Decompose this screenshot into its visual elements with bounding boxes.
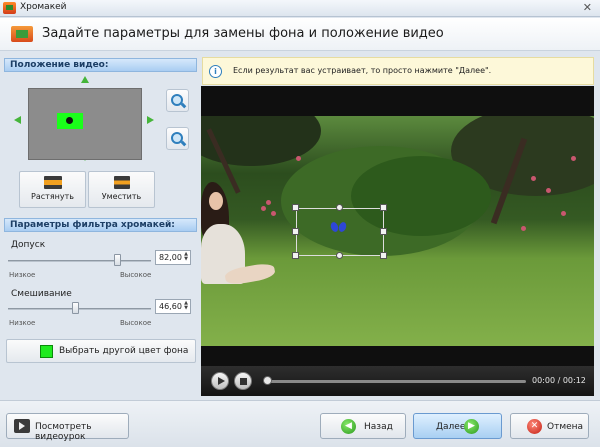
preview-frame	[201, 116, 594, 346]
info-bar: i Если результат вас устраивает, то прос…	[202, 57, 594, 85]
back-arrow-icon: ◀	[341, 419, 356, 434]
next-arrow-icon: ▶	[464, 419, 479, 434]
page-title: Задайте параметры для замены фона и поло…	[42, 26, 444, 41]
color-swatch	[40, 345, 53, 358]
footer-bar: Посмотреть видеоурок ◀ Назад Далее ▶ ✕ О…	[0, 400, 600, 447]
cancel-icon: ✕	[527, 419, 542, 434]
video-position-marker[interactable]	[57, 113, 83, 129]
tolerance-slider-thumb[interactable]	[113, 254, 121, 266]
choose-bg-color-button[interactable]: Выбрать другой цвет фона	[6, 339, 196, 363]
choose-bg-color-label: Выбрать другой цвет фона	[59, 346, 189, 356]
fit-icon	[113, 176, 130, 189]
position-preview[interactable]	[28, 88, 142, 160]
stop-button[interactable]	[234, 372, 252, 390]
blend-slider-thumb[interactable]	[72, 302, 80, 314]
window-titlebar: Хромакей ✕	[0, 0, 600, 17]
butterfly-thumb-icon	[66, 117, 73, 124]
close-icon[interactable]: ✕	[583, 1, 592, 14]
zoom-in-button[interactable]	[166, 89, 189, 112]
blend-spinbox[interactable]: 46,60 ▲ ▼	[155, 299, 191, 314]
blend-min-label: Низкое	[9, 319, 36, 327]
resize-handle[interactable]	[336, 204, 343, 211]
stop-icon	[240, 378, 247, 385]
left-panel: Положение видео: Растянуть Уместить Пара…	[4, 56, 197, 366]
resize-handle[interactable]	[380, 252, 387, 259]
window-title: Хромакей	[20, 2, 67, 12]
butterfly-overlay-icon[interactable]	[329, 221, 348, 234]
resize-handle[interactable]	[336, 252, 343, 259]
stretch-icon	[43, 176, 62, 189]
zoom-out-button[interactable]	[166, 127, 189, 150]
playback-knob[interactable]	[263, 376, 272, 385]
wizard-header: Задайте параметры для замены фона и поло…	[0, 18, 600, 51]
video-preview[interactable]	[201, 86, 594, 366]
play-icon	[218, 377, 225, 385]
video-tutorial-icon	[14, 419, 30, 433]
play-button[interactable]	[211, 372, 229, 390]
move-left-arrow-icon[interactable]	[14, 116, 21, 124]
tolerance-value: 82,00	[159, 253, 182, 262]
blend-label: Смешивание	[11, 289, 72, 299]
filter-section-title: Параметры фильтра хромакей:	[4, 218, 197, 232]
chromakey-icon	[11, 26, 33, 42]
resize-handle[interactable]	[380, 228, 387, 235]
fit-button[interactable]: Уместить	[88, 171, 155, 208]
move-up-arrow-icon[interactable]	[81, 76, 89, 83]
blend-max-label: Высокое	[120, 319, 152, 327]
player-controls: 00:00 / 00:12	[201, 366, 594, 396]
resize-handle[interactable]	[380, 204, 387, 211]
watch-tutorial-label: Посмотреть видеоурок	[35, 422, 92, 442]
cancel-label: Отмена	[547, 422, 584, 432]
watch-tutorial-button[interactable]: Посмотреть видеоурок	[6, 413, 129, 442]
app-icon	[3, 2, 16, 14]
playback-time: 00:00 / 00:12	[532, 376, 586, 385]
resize-handle[interactable]	[292, 228, 299, 235]
back-label: Назад	[364, 422, 393, 432]
back-button[interactable]: ◀ Назад	[320, 413, 406, 439]
stretch-label: Растянуть	[31, 192, 74, 201]
info-icon: i	[209, 65, 222, 78]
next-button[interactable]: Далее ▶	[413, 413, 502, 439]
fit-label: Уместить	[101, 192, 142, 201]
resize-handle[interactable]	[292, 204, 299, 211]
blend-value: 46,60	[159, 302, 182, 311]
position-section-title: Положение видео:	[4, 58, 197, 72]
tolerance-slider[interactable]	[8, 260, 151, 262]
resize-handle[interactable]	[292, 252, 299, 259]
tolerance-spinbox[interactable]: 82,00 ▲ ▼	[155, 250, 191, 265]
blend-slider[interactable]	[8, 308, 151, 310]
tolerance-max-label: Высокое	[120, 271, 152, 279]
spin-arrows-icon[interactable]: ▲ ▼	[183, 301, 189, 312]
tolerance-min-label: Низкое	[9, 271, 36, 279]
spin-arrows-icon[interactable]: ▲ ▼	[183, 252, 189, 263]
stretch-button[interactable]: Растянуть	[19, 171, 86, 208]
info-text: Если результат вас устраивает, то просто…	[233, 66, 492, 75]
move-right-arrow-icon[interactable]	[147, 116, 154, 124]
next-label: Далее	[436, 422, 466, 432]
cancel-button[interactable]: ✕ Отмена	[510, 413, 589, 439]
tolerance-label: Допуск	[11, 240, 46, 250]
playback-progress[interactable]	[268, 380, 526, 383]
